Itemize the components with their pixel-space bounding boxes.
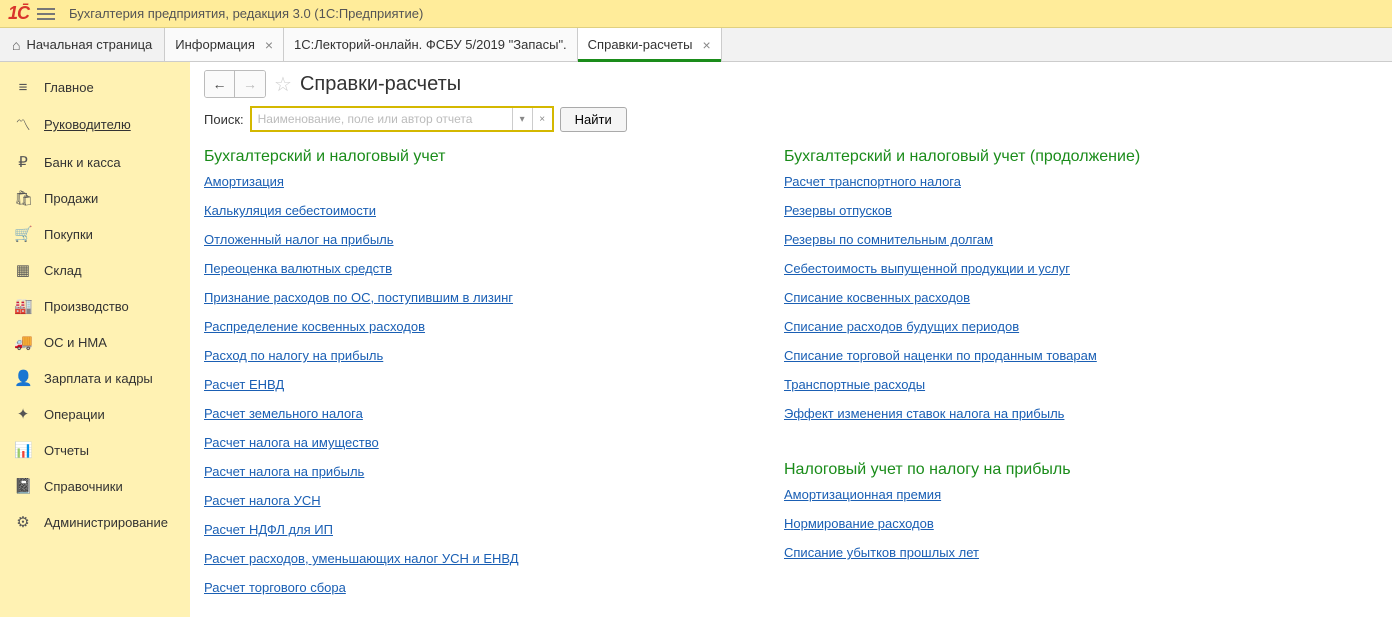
search-label: Поиск: (204, 112, 244, 127)
factory-icon: 🏭 (14, 297, 32, 315)
nav-bank[interactable]: ₽Банк и касса (0, 144, 190, 180)
home-icon: ⌂ (12, 37, 20, 53)
nav-warehouse[interactable]: ▦Склад (0, 252, 190, 288)
link-tax-rate-effect[interactable]: Эффект изменения ставок налога на прибыл… (784, 406, 1064, 421)
link-trade-fee[interactable]: Расчет торгового сбора (204, 580, 346, 595)
link-future-expenses[interactable]: Списание расходов будущих периодов (784, 319, 1019, 334)
link-cost-calc[interactable]: Калькуляция себестоимости (204, 203, 376, 218)
logo-1c: 1C̄ (8, 3, 29, 24)
link-vacation-reserve[interactable]: Резервы отпусков (784, 203, 892, 218)
bag-icon: 🛍 (14, 189, 32, 207)
tab-info[interactable]: Информация × (165, 28, 284, 61)
nav-manager[interactable]: 〽Руководителю (0, 105, 190, 144)
search-field-wrap: ▾ × (250, 106, 554, 132)
section-title-tax-profit: Налоговый учет по налогу на прибыль (784, 461, 1140, 479)
dropdown-icon[interactable]: ▾ (512, 108, 532, 130)
link-ndfl-ip[interactable]: Расчет НДФЛ для ИП (204, 522, 333, 537)
cart-icon: 🛒 (14, 225, 32, 243)
sidebar: ≡Главное 〽Руководителю ₽Банк и касса 🛍Пр… (0, 62, 190, 617)
boxes-icon: ▦ (14, 261, 32, 279)
app-title: Бухгалтерия предприятия, редакция 3.0 (1… (69, 6, 423, 21)
back-button[interactable]: ← (205, 71, 235, 97)
nav-main[interactable]: ≡Главное (0, 70, 190, 105)
link-transport-expenses[interactable]: Транспортные расходы (784, 377, 925, 392)
gear-icon: ⚙ (14, 513, 32, 531)
nav-operations[interactable]: ✦Операции (0, 396, 190, 432)
person-icon: 👤 (14, 369, 32, 387)
link-amort-premium[interactable]: Амортизационная премия (784, 487, 941, 502)
link-land-tax[interactable]: Расчет земельного налога (204, 406, 363, 421)
nav-reports[interactable]: 📊Отчеты (0, 432, 190, 468)
page-title: Справки-расчеты (300, 73, 461, 96)
close-icon[interactable]: × (702, 37, 710, 53)
menu-icon[interactable] (37, 8, 55, 20)
nav-production[interactable]: 🏭Производство (0, 288, 190, 324)
nav-sales[interactable]: 🛍Продажи (0, 180, 190, 216)
link-transport-tax[interactable]: Расчет транспортного налога (784, 174, 961, 189)
list-icon: ≡ (14, 79, 32, 96)
nav-dictionaries[interactable]: 📓Справочники (0, 468, 190, 504)
link-property-tax[interactable]: Расчет налога на имущество (204, 435, 379, 450)
link-profit-tax-expense[interactable]: Расход по налогу на прибыль (204, 348, 383, 363)
search-input[interactable] (252, 108, 512, 130)
truck-icon: 🚚 (14, 333, 32, 351)
tab-label: Справки-расчеты (588, 37, 693, 52)
link-revaluation[interactable]: Переоценка валютных средств (204, 261, 392, 276)
link-expense-norm[interactable]: Нормирование расходов (784, 516, 934, 531)
clear-icon[interactable]: × (532, 108, 552, 130)
nav-salary[interactable]: 👤Зарплата и кадры (0, 360, 190, 396)
operations-icon: ✦ (14, 405, 32, 423)
tab-spravki-raschety[interactable]: Справки-расчеты × (578, 28, 722, 61)
title-bar: 1C̄ Бухгалтерия предприятия, редакция 3.… (0, 0, 1392, 28)
link-doubtful-reserve[interactable]: Резервы по сомнительным долгам (784, 232, 993, 247)
link-loss-writeoff[interactable]: Списание убытков прошлых лет (784, 545, 979, 560)
section-title-accounting: Бухгалтерский и налоговый учет (204, 148, 724, 166)
bars-icon: 📊 (14, 441, 32, 459)
chart-icon: 〽 (14, 114, 32, 135)
link-leasing-cost[interactable]: Признание расходов по ОС, поступившим в … (204, 290, 513, 305)
link-profit-tax[interactable]: Расчет налога на прибыль (204, 464, 364, 479)
close-icon[interactable]: × (265, 37, 273, 53)
tab-lecture[interactable]: 1С:Лекторий-онлайн. ФСБУ 5/2019 "Запасы"… (284, 28, 578, 61)
nav-purchases[interactable]: 🛒Покупки (0, 216, 190, 252)
link-usn-tax[interactable]: Расчет налога УСН (204, 493, 321, 508)
nav-assets[interactable]: 🚚ОС и НМА (0, 324, 190, 360)
link-usn-envd-reduce[interactable]: Расчет расходов, уменьшающих налог УСН и… (204, 551, 519, 566)
link-amortization[interactable]: Амортизация (204, 174, 284, 189)
section-title-accounting-cont: Бухгалтерский и налоговый учет (продолже… (784, 148, 1140, 166)
favorite-icon[interactable]: ☆ (274, 72, 292, 97)
find-button[interactable]: Найти (560, 107, 627, 132)
forward-button[interactable]: → (235, 71, 265, 97)
link-envd[interactable]: Расчет ЕНВД (204, 377, 284, 392)
content: ← → ☆ Справки-расчеты Поиск: ▾ × Найти Б… (190, 62, 1392, 617)
tab-label: 1С:Лекторий-онлайн. ФСБУ 5/2019 "Запасы"… (294, 37, 567, 52)
history-nav: ← → (204, 70, 266, 98)
tab-label: Начальная страница (26, 37, 152, 52)
link-production-cost[interactable]: Себестоимость выпущенной продукции и усл… (784, 261, 1070, 276)
link-trade-margin[interactable]: Списание торговой наценки по проданным т… (784, 348, 1097, 363)
nav-admin[interactable]: ⚙Администрирование (0, 504, 190, 540)
link-indirect-dist[interactable]: Распределение косвенных расходов (204, 319, 425, 334)
tabs-row: ⌂ Начальная страница Информация × 1С:Лек… (0, 28, 1392, 62)
link-deferred-tax[interactable]: Отложенный налог на прибыль (204, 232, 394, 247)
ruble-icon: ₽ (14, 153, 32, 171)
book-icon: 📓 (14, 477, 32, 495)
tab-home[interactable]: ⌂ Начальная страница (0, 28, 165, 61)
link-writeoff-indirect[interactable]: Списание косвенных расходов (784, 290, 970, 305)
tab-label: Информация (175, 37, 255, 52)
